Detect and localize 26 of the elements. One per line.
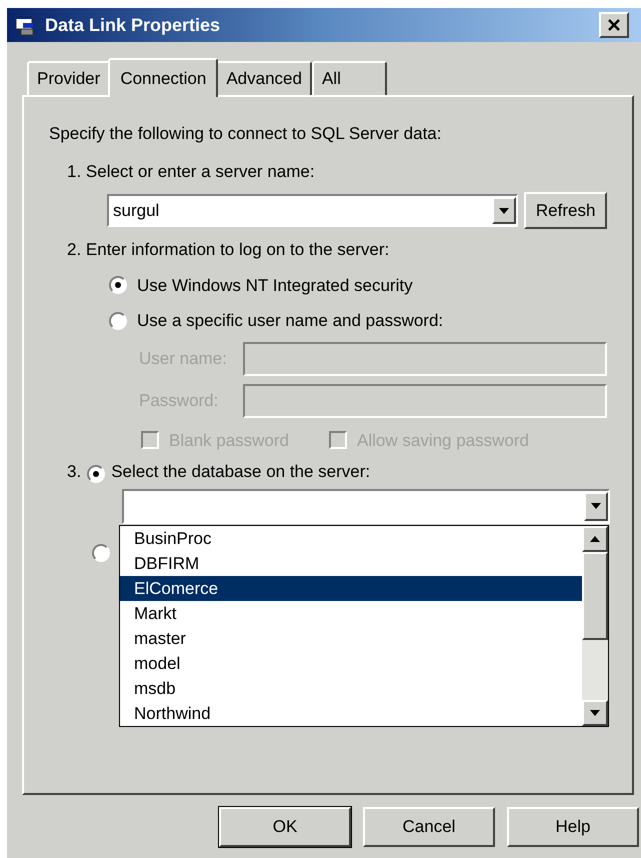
list-item[interactable]: BusinProc <box>120 526 582 551</box>
list-item[interactable]: msdb <box>120 676 582 701</box>
list-item[interactable]: model <box>120 651 582 676</box>
list-item[interactable]: ElComerce <box>120 576 582 601</box>
option-label: Use Windows NT Integrated security <box>137 274 413 296</box>
window-title: Data Link Properties <box>45 14 220 37</box>
list-item[interactable]: Northwind <box>120 701 582 726</box>
tab[interactable]: Connection <box>108 58 218 97</box>
tab[interactable]: All <box>312 61 387 95</box>
step-label: Select the database on the server: <box>111 461 370 483</box>
refresh-button[interactable]: Refresh <box>524 192 607 229</box>
instructions-text: Specify the following to connect to SQL Server data: <box>49 123 442 145</box>
step-label: 2. Enter information to log on to the server: <box>67 239 390 261</box>
dialog-button[interactable]: Help <box>507 807 639 847</box>
dialog-button[interactable]: OK <box>219 807 351 847</box>
list-item[interactable]: Markt <box>120 601 582 626</box>
list-item[interactable]: master <box>120 626 582 651</box>
list-item[interactable]: DBFIRM <box>120 551 582 576</box>
tab[interactable]: Advanced <box>216 61 312 95</box>
server-combo-box[interactable]: surgul <box>107 194 518 227</box>
tab[interactable]: Provider <box>27 61 110 95</box>
step-number: 3. <box>67 461 82 483</box>
dialog-button[interactable]: Cancel <box>363 807 495 847</box>
step-label: 1. Select or enter a server name: <box>67 160 316 182</box>
option-label: Use a specific user name and password: <box>137 310 444 332</box>
server-value: surgul <box>112 200 160 222</box>
